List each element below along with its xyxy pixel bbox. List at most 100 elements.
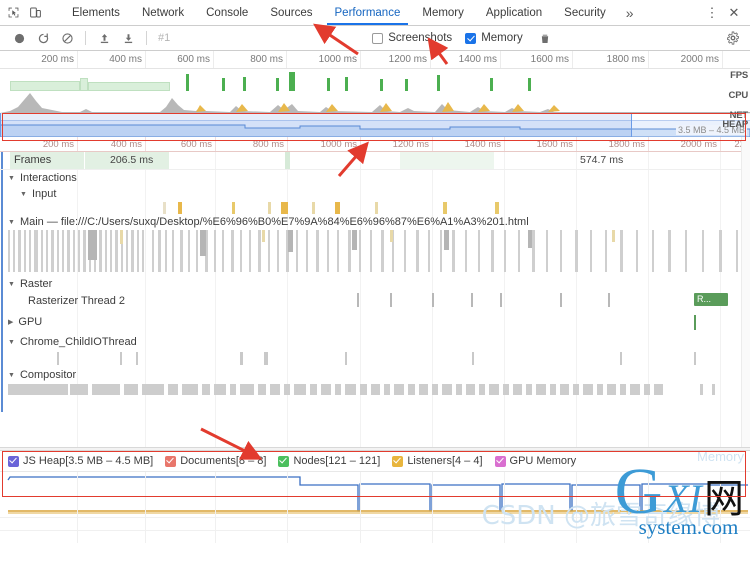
main-menu-icon[interactable]: ⋮ — [702, 3, 722, 23]
js-heap-checkbox[interactable] — [8, 455, 19, 467]
chevron-down-icon[interactable]: ▼ — [8, 219, 15, 226]
track-main[interactable]: ▼ Main — file:///C:/Users/suxq/Desktop/%… — [0, 214, 750, 276]
track-header-raster[interactable]: ▼ Raster — [0, 276, 750, 292]
overview-tick: 600 ms — [177, 54, 210, 65]
devtools-tabbar: Elements Network Console Sources Perform… — [0, 0, 750, 26]
input-events-row — [0, 202, 750, 214]
screenshots-checkbox-row[interactable]: Screenshots — [372, 32, 452, 44]
timeline-tick: 800 ms — [252, 139, 284, 150]
tab-elements[interactable]: Elements — [61, 0, 131, 25]
inspect-cursor-icon[interactable] — [6, 5, 21, 20]
track-header-rasterizer-thread-2[interactable]: Rasterizer Thread 2 — [0, 292, 750, 310]
cpu-usage-graph — [0, 93, 750, 113]
memory-legend-documents[interactable]: Documents[8 – 8] — [165, 455, 266, 467]
timeline-tick: 400 ms — [110, 139, 142, 150]
overview-lane-label-heap: HEAP — [722, 119, 748, 130]
track-chrome-childiothread[interactable]: ▼ Chrome_ChildIOThread — [0, 333, 750, 367]
nodes-checkbox[interactable] — [278, 455, 290, 467]
main-thread-events[interactable] — [0, 230, 750, 276]
clear-icon[interactable] — [56, 27, 78, 49]
frames-track[interactable]: Frames 206.5 ms 574.7 ms — [0, 152, 750, 170]
tab-sources[interactable]: Sources — [259, 0, 323, 25]
compositor-bars — [8, 384, 715, 395]
track-interactions[interactable]: ▼ Interactions — [0, 170, 750, 186]
track-header-main[interactable]: ▼ Main — file:///C:/Users/suxq/Desktop/%… — [0, 214, 750, 230]
gpu-memory-checkbox[interactable] — [494, 455, 506, 467]
device-toolbar-icon[interactable] — [28, 5, 43, 20]
overview-cpu-lane — [0, 91, 750, 113]
documents-label: Documents[8 – 8] — [180, 455, 267, 467]
nodes-label: Nodes[121 – 121] — [293, 455, 381, 467]
reload-record-icon[interactable] — [32, 27, 54, 49]
documents-checkbox[interactable] — [165, 455, 177, 467]
tab-label: Application — [485, 6, 543, 19]
record-circle-icon[interactable] — [8, 27, 30, 49]
js-heap-label: JS Heap[3.5 MB – 4.5 MB] — [23, 455, 154, 467]
more-tabs-button[interactable]: » — [617, 0, 643, 25]
timeline-tick: 1000 ms — [320, 139, 357, 150]
tab-label: Network — [141, 6, 185, 19]
tab-security[interactable]: Security — [553, 0, 617, 25]
track-header-input[interactable]: ▼ Input — [0, 186, 750, 202]
chevron-down-icon[interactable]: ▼ — [8, 175, 15, 182]
chevron-right-icon[interactable]: ▶ — [8, 318, 13, 326]
track-input[interactable]: ▼ Input — [0, 186, 750, 214]
chevron-down-icon[interactable]: ▼ — [20, 191, 27, 198]
overview-heap-lane: 3.5 MB – 4.5 MB — [0, 120, 750, 138]
timeline-tick: 1400 ms — [464, 139, 501, 150]
memory-legend-listeners[interactable]: Listeners[4 – 4] — [392, 455, 483, 467]
track-rasterizer-thread-2[interactable]: Rasterizer Thread 2 R... — [0, 292, 750, 312]
main-flame-bars — [8, 230, 738, 272]
track-label: Compositor — [19, 369, 77, 381]
download-profile-icon[interactable] — [117, 27, 139, 49]
memory-counters-panel[interactable]: JS Heap[3.5 MB – 4.5 MB] Documents[8 – 8… — [0, 449, 750, 546]
tabbar-left-icons — [0, 0, 61, 25]
session-id-label: #1 — [158, 32, 171, 44]
track-gpu[interactable]: ▶ GPU — [0, 312, 750, 333]
close-icon[interactable]: ✕ — [724, 3, 744, 23]
timeline-ruler: 200 ms 400 ms 600 ms 800 ms 1000 ms 1200… — [0, 137, 750, 152]
frame-duration-label: 574.7 ms — [580, 154, 624, 166]
timeline-overview[interactable]: 200 ms 400 ms 600 ms 800 ms 1000 ms 1200… — [0, 51, 750, 138]
chevron-down-icon[interactable]: ▼ — [8, 281, 15, 288]
track-header-chrome-childiothread[interactable]: ▼ Chrome_ChildIOThread — [0, 333, 750, 351]
listeners-checkbox[interactable] — [392, 455, 404, 467]
track-header-interactions[interactable]: ▼ Interactions — [0, 170, 750, 186]
watermark-memory-ghost: Memory — [697, 449, 744, 464]
tab-application[interactable]: Application — [475, 0, 553, 25]
track-header-gpu[interactable]: ▶ GPU — [0, 312, 750, 332]
tab-performance[interactable]: Performance — [324, 0, 412, 25]
timeline-tick: 2000 ms — [680, 139, 717, 150]
tab-network[interactable]: Network — [131, 0, 195, 25]
screenshots-checkbox[interactable] — [372, 32, 384, 44]
chevron-down-icon[interactable]: ▼ — [8, 372, 15, 379]
flame-chart-area[interactable]: 200 ms 400 ms 600 ms 800 ms 1000 ms 1200… — [0, 137, 750, 447]
childio-events-row — [0, 351, 750, 367]
trash-icon[interactable] — [534, 27, 556, 49]
overview-tick: 1800 ms — [606, 54, 645, 65]
memory-chart — [0, 471, 750, 543]
memory-legend-nodes[interactable]: Nodes[121 – 121] — [278, 455, 380, 467]
gear-icon[interactable] — [722, 27, 744, 49]
memory-legend-gpu-memory[interactable]: GPU Memory — [494, 455, 576, 467]
compositor-events-row — [0, 383, 750, 397]
track-header-compositor[interactable]: ▼ Compositor — [0, 367, 750, 383]
performance-toolbar: #1 Screenshots Memory — [0, 26, 750, 51]
track-compositor[interactable]: ▼ Compositor — [0, 367, 750, 397]
overview-tick: 1600 ms — [530, 54, 569, 65]
toolbar-divider-1 — [85, 31, 86, 45]
track-label: Raster — [19, 278, 53, 290]
memory-checkbox[interactable] — [465, 32, 477, 44]
overview-net-lane — [0, 113, 750, 120]
memory-checkbox-row[interactable]: Memory — [465, 32, 523, 44]
memory-legend-js-heap[interactable]: JS Heap[3.5 MB – 4.5 MB] — [8, 455, 153, 467]
chevron-down-icon[interactable]: ▼ — [8, 339, 15, 346]
tab-console[interactable]: Console — [195, 0, 259, 25]
overview-ruler: 200 ms 400 ms 600 ms 800 ms 1000 ms 1200… — [0, 51, 750, 69]
track-raster[interactable]: ▼ Raster — [0, 276, 750, 292]
upload-profile-icon[interactable] — [93, 27, 115, 49]
tab-memory[interactable]: Memory — [411, 0, 475, 25]
track-label: Main — file:///C:/Users/suxq/Desktop/%E6… — [19, 216, 529, 228]
track-label: Interactions — [19, 172, 77, 184]
track-label: Rasterizer Thread 2 — [28, 295, 126, 307]
